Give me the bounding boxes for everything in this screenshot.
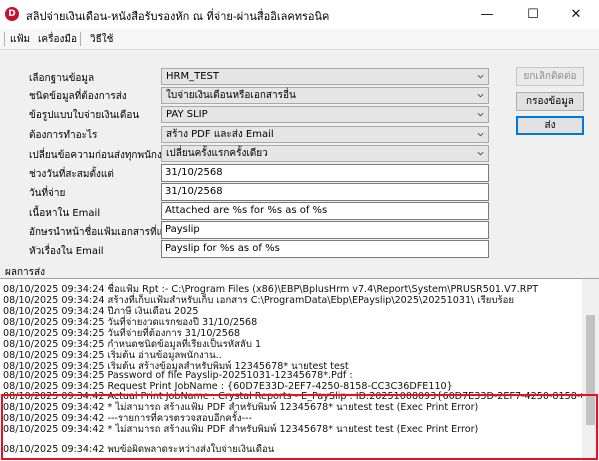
window-title: สลิปจ่ายเงินเดือน-หนังสือรับรองหัก ณ ที่… [26, 10, 330, 23]
email-subject-field[interactable]: Payslip for %s as of %s [161, 240, 489, 258]
log-scrollbar[interactable] [582, 279, 599, 461]
database-label: เลือกฐานข้อมูล [29, 73, 95, 84]
chevron-down-icon [477, 132, 484, 137]
data-type-select[interactable]: ใบจ่ายเงินเดือนหรือเอกสารอื่น [161, 87, 489, 104]
database-select-value: HRM_TEST [166, 71, 219, 82]
menu-bar: แฟ้ม เครื่องมือ วิธีใช้ [0, 29, 599, 50]
app-logo-icon: D [5, 7, 19, 21]
chevron-down-icon [477, 74, 484, 79]
message-change-label: เปลี่ยนข้อความก่อนส่งทุกพนักงาน [29, 150, 175, 161]
minimize-button[interactable]: — [464, 0, 510, 29]
menu-file[interactable]: แฟ้ม [10, 32, 30, 47]
chevron-down-icon [477, 151, 484, 156]
menu-tools[interactable]: เครื่องมือ [38, 32, 77, 47]
title-bar: D สลิปจ่ายเงินเดือน-หนังสือรับรองหัก ณ ท… [0, 0, 599, 29]
data-type-label: ชนิดข้อมูลที่ต้องการส่ง [29, 91, 127, 102]
log-scrollbar-thumb[interactable] [586, 315, 595, 425]
close-button[interactable]: ✕ [553, 0, 599, 29]
results-log[interactable]: 08/10/2025 09:34:24 ชื่อแฟ้ม Rpt :- C:\P… [0, 278, 599, 461]
data-type-select-value: ใบจ่ายเงินเดือนหรือเอกสารอื่น [166, 90, 296, 101]
log-line: 08/10/2025 09:34:42 พบข้อผิดพลาดระหว่างส… [3, 444, 275, 455]
menu-separator [4, 32, 5, 46]
message-change-select-value: เปลี่ยนครั้งแรกครั้งเดียว [166, 148, 268, 159]
send-button[interactable]: ส่ง [516, 116, 584, 135]
cancel-connection-button[interactable]: ยกเลิกติดต่อ [516, 67, 584, 86]
email-body-label: เนื้อหาใน Email [29, 208, 101, 219]
period-start-label: ช่วงวันที่สะสมตั้งแต่ [29, 169, 114, 180]
email-body-field[interactable]: Attached are %s for %s as of %s [161, 202, 489, 220]
chevron-down-icon [477, 93, 484, 98]
database-select[interactable]: HRM_TEST [161, 68, 489, 85]
slip-format-label: ข้อรูปแบบใบจ่ายเงินเดือน [29, 110, 140, 121]
filter-data-button[interactable]: กรองข้อมูล [516, 92, 584, 111]
action-label: ต้องการทำอะไร [29, 130, 98, 141]
action-select-value: สร้าง PDF และส่ง Email [166, 129, 274, 140]
slip-format-select[interactable]: PAY SLIP [161, 106, 489, 123]
message-change-select[interactable]: เปลี่ยนครั้งแรกครั้งเดียว [161, 145, 489, 162]
period-start-field[interactable]: 31/10/2568 [161, 164, 489, 182]
email-subject-label: หัวเรื่องใน Email [29, 246, 104, 257]
attachment-prefix-label: อักษรนำหน้าชื่อแฟ้มเอกสารที่แนบ [29, 227, 177, 238]
log-line: 08/10/2025 09:34:42 * ไม่สามารถ สร้างแฟ้… [3, 424, 479, 435]
menu-separator [80, 32, 81, 46]
chevron-down-icon [477, 112, 484, 117]
log-line: 08/10/2025 09:34:25 Password of file Pay… [3, 370, 353, 381]
maximize-button[interactable]: ☐ [510, 0, 556, 29]
menu-help[interactable]: วิธีใช้ [90, 32, 113, 47]
pay-date-field[interactable]: 31/10/2568 [161, 183, 489, 201]
action-select[interactable]: สร้าง PDF และส่ง Email [161, 126, 489, 143]
slip-format-select-value: PAY SLIP [166, 109, 208, 120]
attachment-prefix-field[interactable]: Payslip [161, 221, 489, 239]
pay-date-label: วันที่จ่าย [29, 188, 66, 199]
